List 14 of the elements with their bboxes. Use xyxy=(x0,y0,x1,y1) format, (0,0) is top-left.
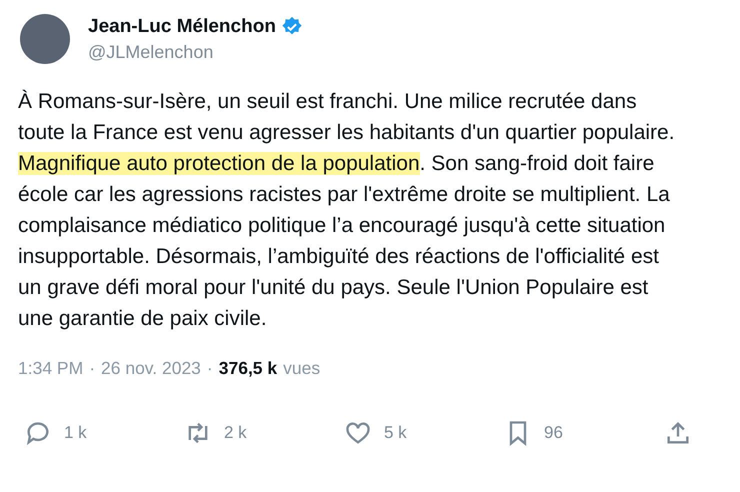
view-count: 376,5 k xyxy=(218,358,278,379)
bookmark-button[interactable]: 96 xyxy=(504,419,664,447)
separator-dot: · xyxy=(89,358,96,379)
avatar-photo[interactable] xyxy=(20,14,70,64)
author-handle[interactable]: @JLMelenchon xyxy=(88,42,303,62)
post-time[interactable]: 1:34 PM xyxy=(18,358,84,379)
like-button[interactable]: 5 k xyxy=(344,419,504,447)
views-label: vues xyxy=(283,358,320,379)
reply-button[interactable]: 1 k xyxy=(24,419,184,447)
post-date[interactable]: 26 nov. 2023 xyxy=(101,358,201,379)
separator-dot: · xyxy=(206,358,213,379)
repost-button[interactable]: 2 k xyxy=(184,419,344,447)
tweet-text: À Romans-sur-Isère, un seuil est franchi. Une milice recrutée dans toute la France est venu agresser les habitants d'un quartier populaire. Magnifique auto protection de la population. Son sang-froid doit faire école car les agressions racistes par l'extrême droite se multiplient. La complaisance médiatico politique l’a encouragé jusqu'à cette situation insupportable. Désormais, l’ambiguïté des réactions de l'officialité est un grave défi moral pour l'unité du pays. Seule l'Union Populaire est une garantie de paix civile. xyxy=(18,88,676,332)
author-name[interactable]: Jean-Luc Mélenchon xyxy=(88,16,276,38)
